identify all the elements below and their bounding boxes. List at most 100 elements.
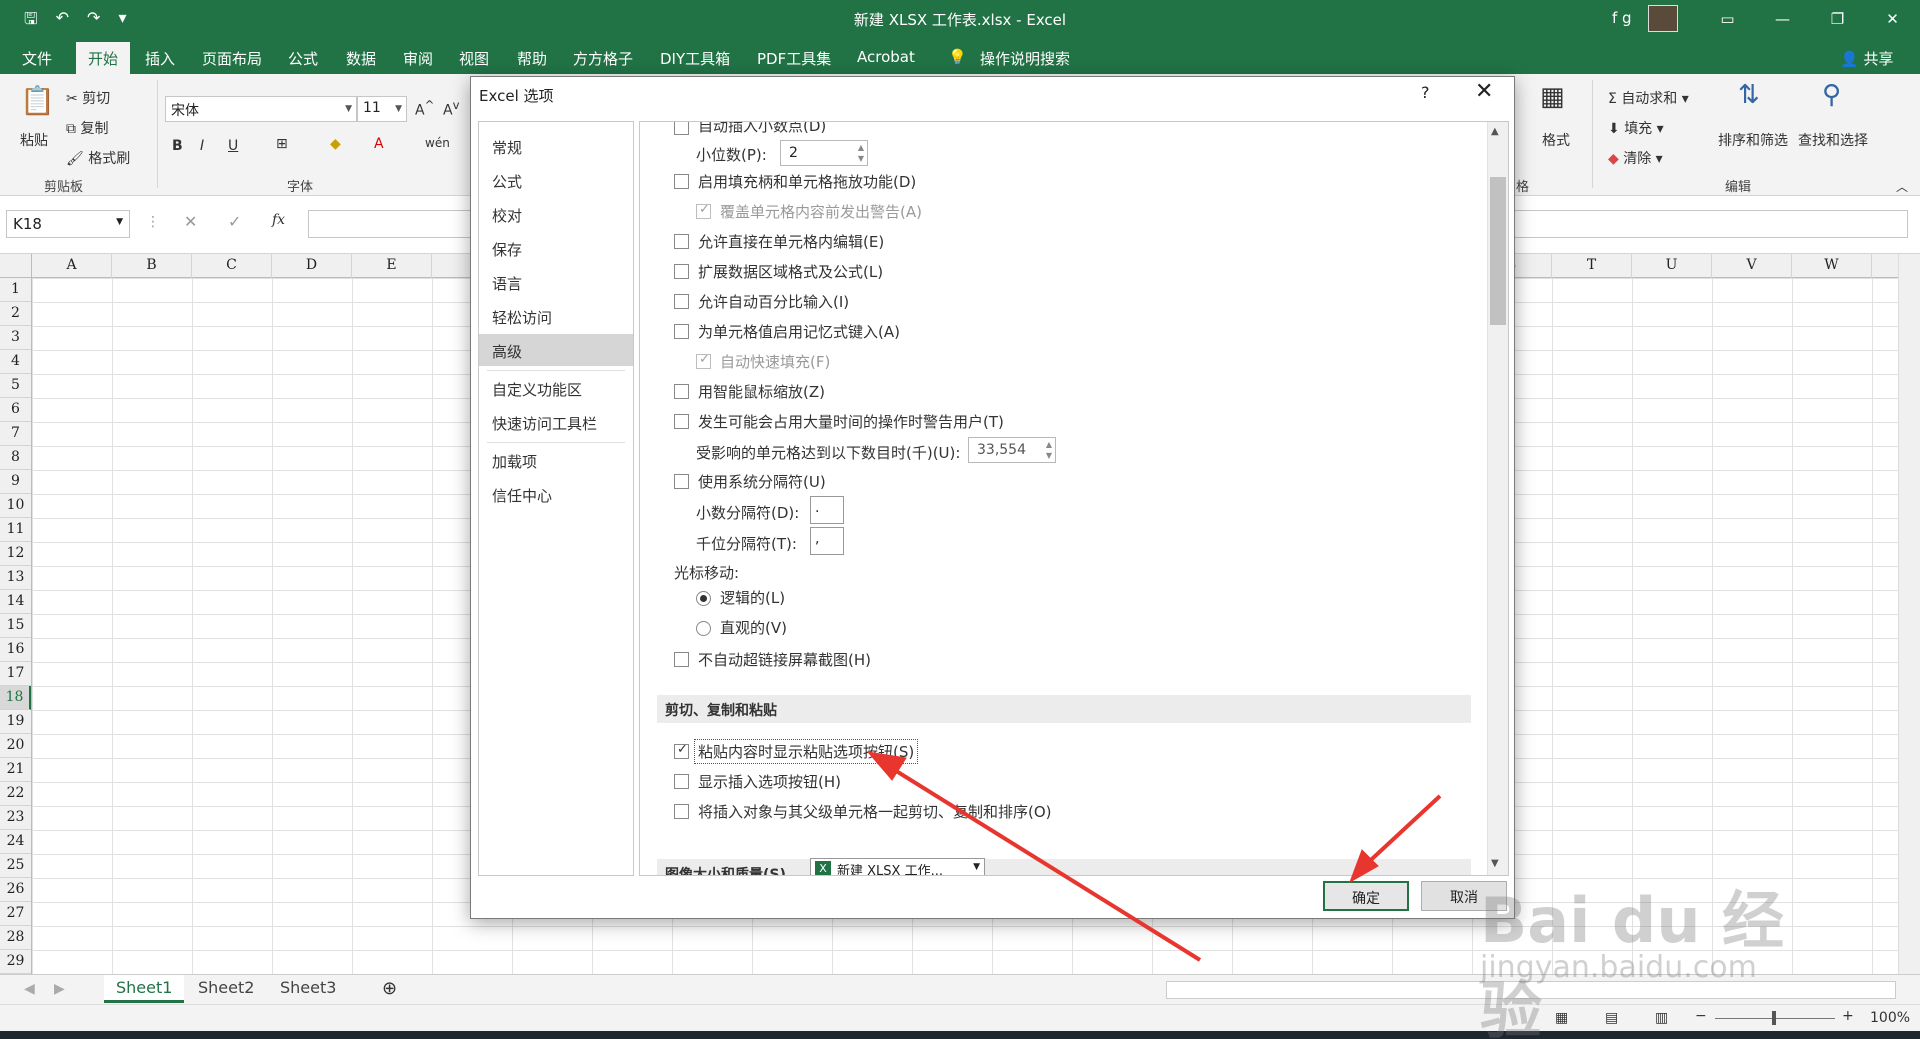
nav-accessibility[interactable]: 轻松访问: [479, 300, 633, 332]
zoom-level[interactable]: 100%: [1870, 1010, 1910, 1026]
prev-sheet-icon[interactable]: ◀: [24, 981, 35, 997]
clear-button[interactable]: ◆ 清除 ▾: [1608, 148, 1663, 168]
column-header[interactable]: B: [112, 254, 192, 278]
alert-long-checkbox[interactable]: [674, 414, 689, 429]
row-header[interactable]: 4: [0, 350, 31, 374]
name-box[interactable]: K18 ▼: [6, 210, 130, 238]
row-header[interactable]: 25: [0, 854, 31, 878]
row-header[interactable]: 24: [0, 830, 31, 854]
decimal-sep-input[interactable]: .: [810, 496, 844, 524]
column-header[interactable]: A: [32, 254, 112, 278]
close-icon[interactable]: ✕: [1475, 79, 1493, 104]
minimize-icon[interactable]: —: [1755, 0, 1810, 37]
row-header[interactable]: 13: [0, 566, 31, 590]
row-header[interactable]: 11: [0, 518, 31, 542]
tab-fangfang[interactable]: 方方格子: [573, 48, 633, 69]
flash-fill-checkbox[interactable]: ✓: [696, 352, 711, 369]
row-header[interactable]: 7: [0, 422, 31, 446]
column-header[interactable]: U: [1632, 254, 1712, 278]
image-workbook-select[interactable]: X 新建 XLSX 工作... ▼: [810, 858, 985, 875]
sort-filter-icon[interactable]: ⇅: [1738, 80, 1760, 110]
tab-view[interactable]: 视图: [459, 48, 489, 69]
cells-affected-spinner[interactable]: 33,554 ▲ ▼: [968, 437, 1056, 463]
overwrite-warn-checkbox[interactable]: ✓: [696, 202, 711, 219]
auto-percent-checkbox[interactable]: [674, 294, 689, 309]
zoom-roll-checkbox[interactable]: [674, 384, 689, 399]
user-name[interactable]: f g: [1612, 9, 1632, 27]
bold-icon[interactable]: B: [172, 138, 183, 154]
nav-language[interactable]: 语言: [479, 266, 633, 298]
share-button[interactable]: 👤 共享: [1840, 48, 1893, 69]
scroll-thumb[interactable]: [1490, 177, 1506, 325]
row-header[interactable]: 15: [0, 614, 31, 638]
border-icon[interactable]: ⊞: [276, 136, 288, 152]
italic-icon[interactable]: I: [200, 138, 204, 154]
paste-button[interactable]: 粘贴: [20, 130, 48, 150]
phonetic-icon[interactable]: wén: [425, 136, 450, 150]
spinner-arrows-icon[interactable]: ▲ ▼: [858, 142, 864, 164]
row-header[interactable]: 23: [0, 806, 31, 830]
format-painter-button[interactable]: 🖌 格式刷: [66, 148, 130, 168]
fill-color-icon[interactable]: ◆: [330, 136, 341, 152]
tab-page-layout[interactable]: 页面布局: [202, 48, 262, 69]
tab-pdf[interactable]: PDF工具集: [757, 48, 831, 69]
column-header[interactable]: C: [192, 254, 272, 278]
tab-diy[interactable]: DIY工具箱: [660, 48, 730, 69]
autocomplete-checkbox[interactable]: [674, 324, 689, 339]
cut-copy-sort-checkbox[interactable]: [674, 804, 689, 819]
fill-button[interactable]: ⬇ 填充 ▾: [1608, 118, 1664, 138]
tab-formulas[interactable]: 公式: [288, 48, 318, 69]
tab-file[interactable]: 文件: [22, 48, 52, 69]
nav-formulas[interactable]: 公式: [479, 164, 633, 196]
tab-data[interactable]: 数据: [346, 48, 376, 69]
sort-filter-button[interactable]: 排序和筛选: [1718, 130, 1788, 150]
sheet-tab[interactable]: Sheet1: [104, 975, 185, 1003]
tab-insert[interactable]: 插入: [145, 48, 175, 69]
row-header[interactable]: 22: [0, 782, 31, 806]
column-header[interactable]: W: [1792, 254, 1872, 278]
format-cells-icon[interactable]: ▦: [1540, 82, 1565, 112]
row-header[interactable]: 14: [0, 590, 31, 614]
nav-advanced[interactable]: 高级: [479, 334, 633, 366]
show-paste-options-checkbox[interactable]: ✓: [674, 742, 689, 759]
show-paste-options-label[interactable]: 粘贴内容时显示粘贴选项按钮(S): [694, 739, 919, 764]
row-header[interactable]: 19: [0, 710, 31, 734]
ribbon-display-icon[interactable]: ▭: [1700, 0, 1755, 37]
sheet-tab[interactable]: Sheet3: [268, 975, 348, 1003]
row-header[interactable]: 3: [0, 326, 31, 350]
collapse-ribbon-icon[interactable]: ︿: [1896, 178, 1908, 195]
vertical-scrollbar[interactable]: [1898, 254, 1920, 974]
row-header[interactable]: 12: [0, 542, 31, 566]
row-header[interactable]: 29: [0, 950, 31, 974]
auto-decimal-checkbox[interactable]: [674, 122, 689, 135]
row-header[interactable]: 28: [0, 926, 31, 950]
fill-handle-checkbox[interactable]: [674, 174, 689, 189]
row-header[interactable]: 21: [0, 758, 31, 782]
insert-function-icon[interactable]: fx: [272, 212, 285, 228]
show-insert-options-checkbox[interactable]: [674, 774, 689, 789]
row-header[interactable]: 9: [0, 470, 31, 494]
sheet-tab[interactable]: Sheet2: [186, 975, 266, 1003]
ok-button[interactable]: 确定: [1323, 881, 1409, 911]
no-hyperlink-checkbox[interactable]: [674, 652, 689, 667]
tab-help[interactable]: 帮助: [517, 48, 547, 69]
edit-in-cell-checkbox[interactable]: [674, 234, 689, 249]
tab-acrobat[interactable]: Acrobat: [857, 48, 915, 66]
row-header[interactable]: 18: [0, 686, 31, 710]
decimal-places-spinner[interactable]: 2 ▲ ▼: [780, 140, 868, 166]
spinner-arrows-icon[interactable]: ▲ ▼: [1046, 439, 1052, 461]
font-size-combo[interactable]: 11 ▼: [357, 96, 407, 122]
zoom-in-icon[interactable]: +: [1842, 1008, 1854, 1024]
system-separators-checkbox[interactable]: [674, 474, 689, 489]
add-sheet-icon[interactable]: ⊕: [382, 978, 397, 999]
cancel-entry-icon[interactable]: ✕: [184, 212, 197, 231]
font-color-icon[interactable]: A: [374, 136, 384, 152]
nav-quick-access[interactable]: 快速访问工具栏: [479, 406, 633, 438]
help-button[interactable]: ?: [1421, 83, 1430, 102]
nav-general[interactable]: 常规: [479, 130, 633, 162]
grow-font-icon[interactable]: A^: [415, 98, 434, 119]
column-header[interactable]: T: [1552, 254, 1632, 278]
column-header[interactable]: E: [352, 254, 432, 278]
font-name-combo[interactable]: 宋体 ▼: [165, 96, 357, 122]
row-header[interactable]: 8: [0, 446, 31, 470]
